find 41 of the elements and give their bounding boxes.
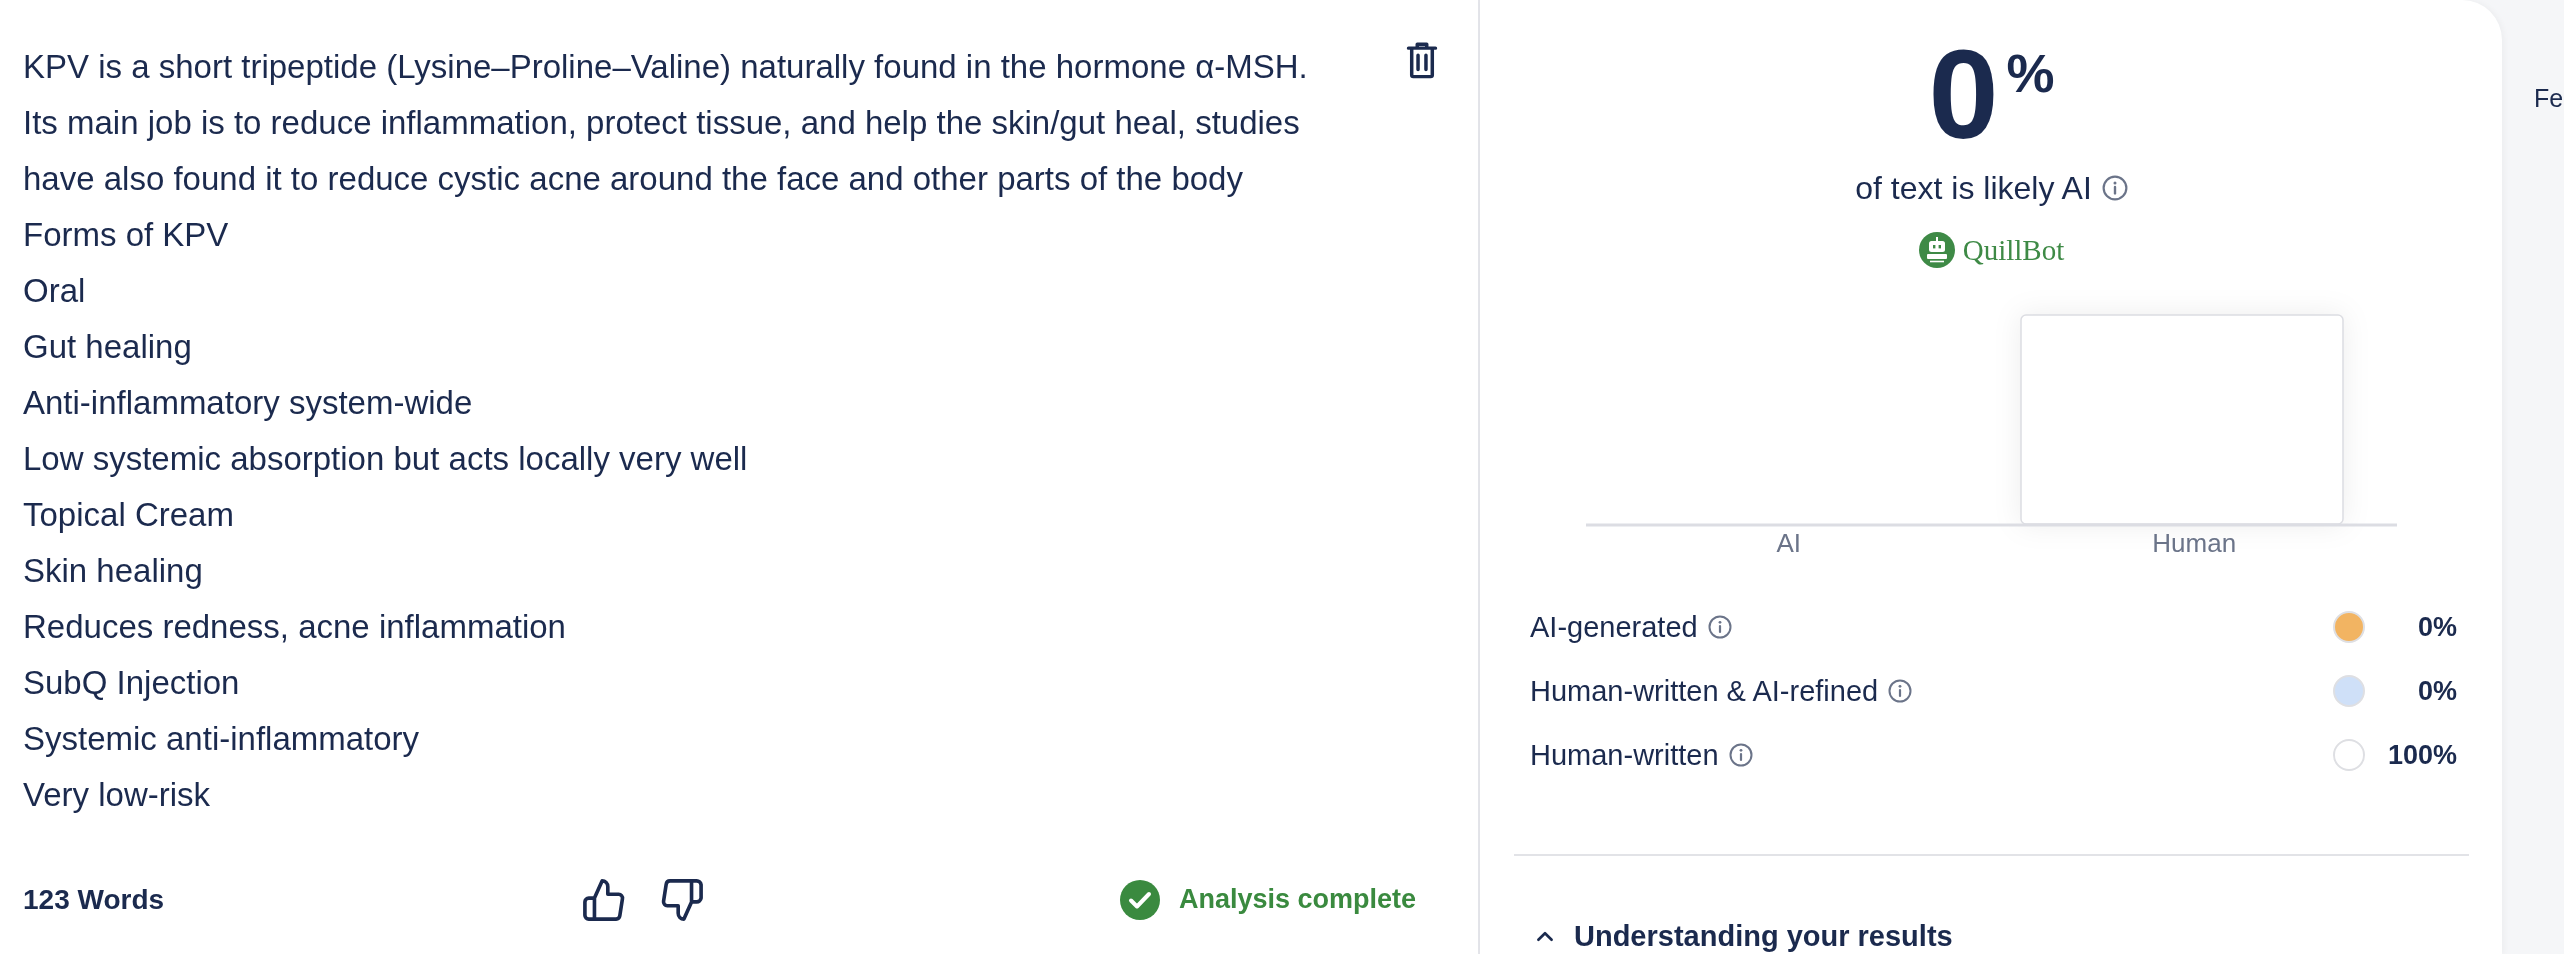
text-paragraph: Forms of KPV	[23, 215, 230, 255]
thumbs-down-button[interactable]	[661, 878, 703, 921]
thumbs-up-button[interactable]	[583, 878, 625, 921]
text-paragraph: Systemic anti-inflammatory	[23, 719, 421, 759]
text-paragraph: Reduces redness, acne inflammation	[23, 607, 567, 647]
score-unit: %	[2006, 46, 2055, 100]
info-icon[interactable]	[1728, 743, 1753, 767]
score-value: 0	[1928, 32, 1999, 158]
word-count: 123 Words	[23, 883, 166, 916]
text-paragraph: SubQ Injection	[23, 663, 241, 703]
legend-value: 0%	[2416, 611, 2457, 643]
side-panel-text: Fe	[2534, 84, 2564, 112]
text-paragraph: Skin healing	[23, 551, 204, 591]
legend-value: 0%	[2416, 675, 2457, 707]
logo-text: QuillBot	[1962, 233, 2065, 267]
legend-label: Human-written	[1530, 738, 1719, 772]
delete-button[interactable]	[1406, 41, 1438, 79]
info-icon[interactable]	[2101, 175, 2128, 201]
thumbs-up-icon	[583, 878, 625, 921]
text-paragraph: Its main job is to reduce inflammation, protect tissue, and help the skin/gut heal, studies have also found it to reduce cystic acne around the face and other parts of the body	[23, 103, 1301, 199]
trash-icon	[1406, 41, 1438, 79]
text-paragraph: KPV is a short tripeptide (Lysine–Proline–Valine) naturally found in the hormone α-MSH.	[23, 47, 1309, 87]
text-paragraph: Anti-inflammatory system-wide	[23, 383, 474, 423]
text-paragraph: Oral	[23, 271, 87, 311]
legend-label: Human-written & AI-refined	[1530, 674, 1879, 708]
category-label: AI	[1776, 527, 1802, 558]
info-icon[interactable]	[1707, 615, 1732, 639]
text-paragraph: Low systemic absorption but acts locally very well	[23, 439, 749, 479]
text-paragraph: Topical Cream	[23, 495, 235, 535]
legend-label: AI-generated	[1530, 610, 1698, 644]
score-caption: of text is likely AI	[1855, 169, 2092, 207]
thumbs-down-icon	[661, 878, 703, 921]
text-paragraph: Gut healing	[23, 327, 193, 367]
category-label: Human	[2152, 527, 2237, 558]
info-icon[interactable]	[1888, 679, 1913, 703]
text-paragraph: Very low-risk	[23, 775, 212, 815]
status-text: Analysis complete	[1178, 884, 1416, 915]
robot-icon	[1918, 232, 1955, 268]
section-toggle[interactable]: Understanding your results	[1514, 918, 1953, 954]
legend-value: 100%	[2386, 739, 2457, 771]
check-circle-icon	[1119, 879, 1160, 920]
